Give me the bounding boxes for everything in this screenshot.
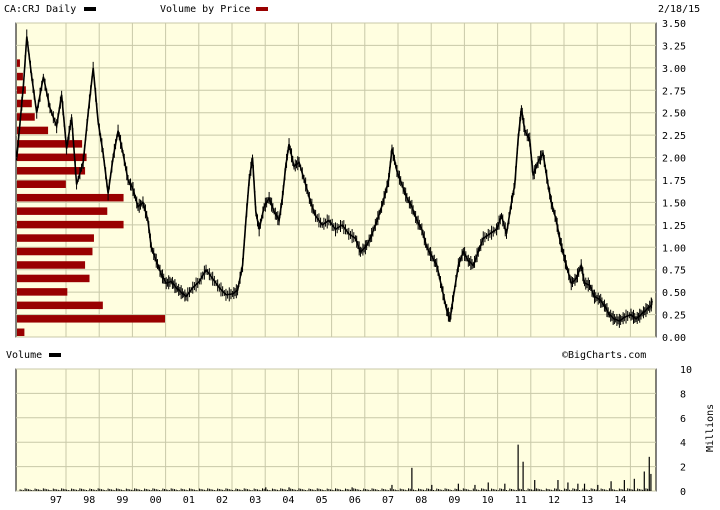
x-tick-label: 04 [282,495,294,506]
volume-by-price-bar [17,207,108,215]
volume-unit-label: Millions [705,404,716,452]
price-tick-label: 1.75 [662,176,686,187]
x-tick-label: 98 [83,495,95,506]
volume-by-price-bar [17,328,25,337]
credit-label: ©BigCharts.com [562,350,646,361]
x-tick-label: 08 [415,495,427,506]
x-tick-label: 99 [116,495,128,506]
x-tick-label: 01 [183,495,195,506]
price-tick-label: 0.25 [662,311,686,322]
price-tick-label: 3.00 [662,64,686,75]
symbol-legend-swatch [84,7,96,11]
price-tick-label: 0.50 [662,288,686,299]
vbp-legend-label: Volume by Price [160,4,250,15]
volume-by-price-bar [17,315,165,323]
volume-by-price-bar [17,180,66,188]
stock-chart: 0.00 0.25 0.50 0.75 1.00 1.25 1.50 1.75 2.00 2.25… [4,4,716,506]
x-tick-label: 07 [382,495,394,506]
volume-y-axis: 0 2 4 6 8 10 [680,365,692,498]
volume-by-price-bar [17,153,87,162]
x-tick-label: 11 [515,495,527,506]
volume-by-price-bar [17,193,124,202]
x-tick-label: 13 [581,495,593,506]
volume-tick-label: 0 [680,487,686,498]
x-tick-label: 97 [50,495,62,506]
volume-tick-label: 8 [680,389,686,400]
x-tick-label: 10 [482,495,494,506]
x-tick-label: 06 [349,495,361,506]
volume-panel-background [15,368,657,492]
volume-by-price-bar [17,247,93,256]
x-axis-year-labels: 97 98 99 00 01 02 03 04 05 06 07 08 09 10 11 12 13 14 [50,495,626,506]
volume-by-price-bar [17,126,49,135]
price-tick-label: 0.75 [662,266,686,277]
volume-by-price-bar [17,59,20,67]
volume-tick-label: 4 [680,438,686,449]
price-tick-label: 2.25 [662,131,686,142]
volume-by-price-bar [17,220,124,229]
price-tick-label: 3.25 [662,41,686,52]
volume-by-price-bar [17,261,86,269]
price-tick-label: 2.50 [662,109,686,120]
price-tick-label: 2.75 [662,86,686,97]
volume-tick-label: 10 [680,365,692,376]
volume-by-price-bar [17,99,32,108]
volume-tick-label: 2 [680,463,686,474]
x-tick-label: 12 [548,495,560,506]
volume-by-price-bar [17,301,103,310]
x-tick-label: 05 [316,495,328,506]
vbp-legend-swatch [256,7,268,11]
x-tick-label: 09 [448,495,460,506]
volume-legend-swatch [49,353,61,357]
price-tick-label: 0.00 [662,333,686,344]
volume-by-price-bar [17,72,23,81]
volume-by-price-bar [17,140,83,148]
x-tick-label: 14 [614,495,626,506]
price-tick-label: 1.25 [662,221,686,232]
price-tick-label: 3.50 [662,19,686,30]
volume-tick-label: 6 [680,414,686,425]
price-tick-label: 2.00 [662,154,686,165]
price-tick-label: 1.50 [662,198,686,209]
volume-label: Volume [6,350,42,361]
x-tick-label: 03 [249,495,261,506]
volume-by-price-bar [17,234,94,242]
x-tick-label: 02 [216,495,228,506]
symbol-label: CA:CRJ Daily [4,4,76,15]
price-y-axis: 0.00 0.25 0.50 0.75 1.00 1.25 1.50 1.75 2.00 2.25… [662,19,686,344]
x-tick-label: 00 [150,495,162,506]
volume-by-price-bar [17,274,90,283]
volume-by-price-bar [17,288,68,296]
chart-date: 2/18/15 [658,4,700,15]
volume-by-price-bar [17,86,26,94]
price-tick-label: 1.00 [662,243,686,254]
